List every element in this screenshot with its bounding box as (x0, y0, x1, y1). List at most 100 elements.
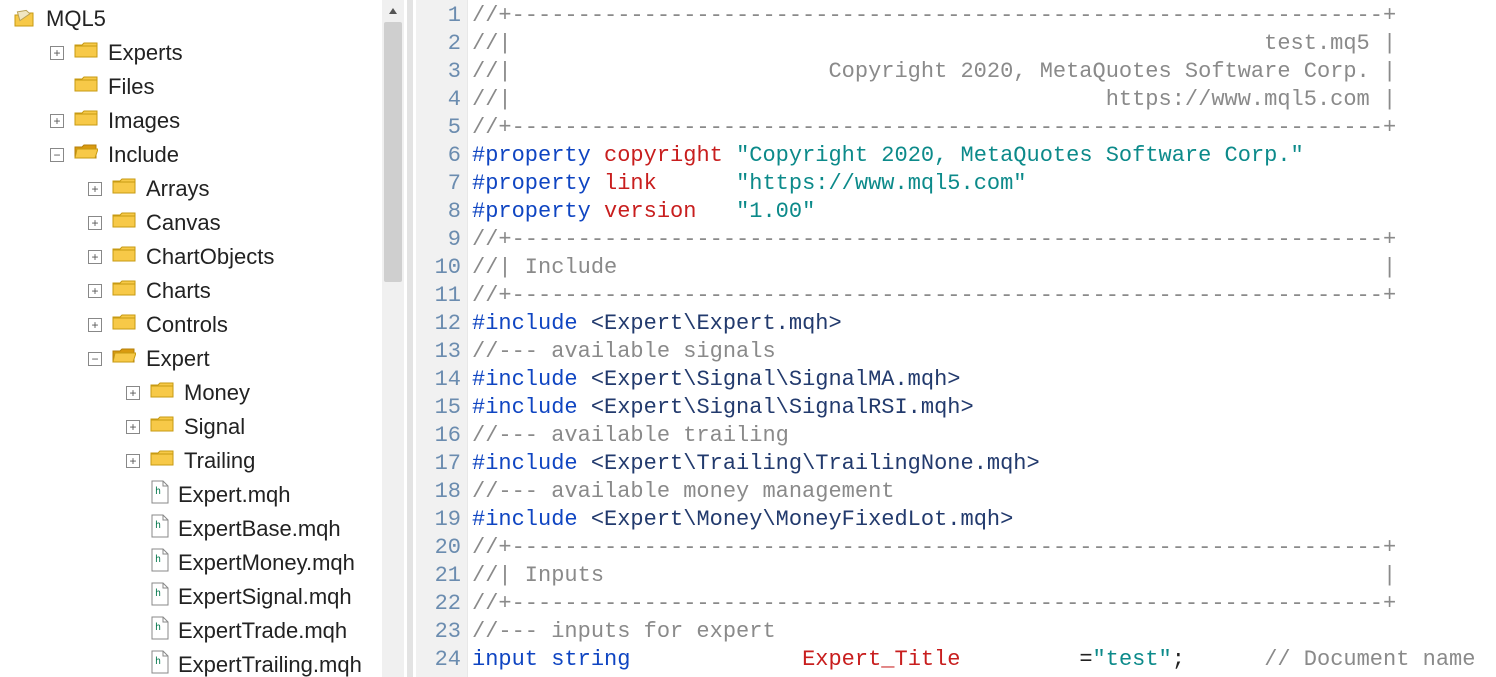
navigator-panel: MQL5+ Experts Files+ Images− Include+ Ar… (4, 0, 404, 677)
tree-toggle-icon[interactable]: + (88, 318, 102, 332)
code-line[interactable]: //| Copyright 2020, MetaQuotes Software … (472, 58, 1488, 86)
code-editor[interactable]: 123456789101112131415161718192021222324 … (416, 0, 1496, 677)
tree-folder-item[interactable]: + Experts (12, 36, 382, 70)
code-line[interactable]: //+-------------------------------------… (472, 114, 1488, 142)
tree-folder-item[interactable]: + Images (12, 104, 382, 138)
tree-item-label: ExpertTrailing.mqh (178, 652, 362, 677)
folder-icon (150, 381, 184, 405)
tree-folder-item[interactable]: − Expert (12, 342, 382, 376)
tree-folder-item[interactable]: + Charts (12, 274, 382, 308)
code-line[interactable]: #property copyright "Copyright 2020, Met… (472, 142, 1488, 170)
svg-text:h: h (155, 554, 161, 565)
tree-file-item[interactable]: h ExpertTrade.mqh (12, 614, 382, 648)
tree-toggle-icon[interactable]: + (88, 250, 102, 264)
tree-root-node[interactable]: MQL5 (12, 2, 382, 36)
gutter-line-number: 2 (416, 30, 461, 58)
code-token: <Expert\Signal\SignalMA.mqh> (591, 367, 961, 392)
gutter-line-number: 9 (416, 226, 461, 254)
folder-icon (112, 313, 146, 337)
tree-toggle-icon[interactable]: + (50, 46, 64, 60)
code-line[interactable]: input string Expert_Title ="test"; // Do… (472, 646, 1488, 674)
tree-file-item[interactable]: h ExpertTrailing.mqh (12, 648, 382, 677)
tree-file-item[interactable]: h ExpertSignal.mqh (12, 580, 382, 614)
code-line[interactable]: //--- available money management (472, 478, 1488, 506)
tree-toggle-icon[interactable]: + (88, 182, 102, 196)
tree-toggle-icon[interactable]: − (50, 148, 64, 162)
gutter-line-number: 23 (416, 618, 461, 646)
svg-text:h: h (155, 656, 161, 667)
gutter-line-number: 4 (416, 86, 461, 114)
tree-toggle-icon[interactable]: − (88, 352, 102, 366)
gutter-line-number: 20 (416, 534, 461, 562)
gutter-line-number: 7 (416, 170, 461, 198)
code-line[interactable]: //| test.mq5 | (472, 30, 1488, 58)
tree-toggle-icon[interactable]: + (50, 114, 64, 128)
tree-item-label: Expert.mqh (178, 482, 291, 508)
code-line[interactable]: //+-------------------------------------… (472, 534, 1488, 562)
tree-toggle-icon[interactable]: + (126, 420, 140, 434)
tree-folder-item[interactable]: + Trailing (12, 444, 382, 478)
code-line[interactable]: #include <Expert\Signal\SignalMA.mqh> (472, 366, 1488, 394)
tree-folder-item[interactable]: + Money (12, 376, 382, 410)
tree-item-label: Money (184, 380, 250, 406)
code-line[interactable]: //| https://www.mql5.com | (472, 86, 1488, 114)
code-line[interactable]: //| Inputs | (472, 562, 1488, 590)
tree-item-label: ChartObjects (146, 244, 274, 270)
code-line[interactable]: //--- inputs for expert (472, 618, 1488, 646)
tree-item-label: Trailing (184, 448, 255, 474)
tree-folder-item[interactable]: + Arrays (12, 172, 382, 206)
editor-code-area[interactable]: //+-------------------------------------… (468, 0, 1496, 677)
tree-file-item[interactable]: h Expert.mqh (12, 478, 382, 512)
code-line[interactable]: #include <Expert\Expert.mqh> (472, 310, 1488, 338)
code-token: #property (472, 199, 591, 224)
scrollbar-up-icon[interactable] (382, 0, 404, 22)
code-line[interactable]: #include <Expert\Money\MoneyFixedLot.mqh… (472, 506, 1488, 534)
code-token: // Document name (1264, 647, 1475, 672)
folder-icon (74, 109, 108, 133)
code-line[interactable]: #property version "1.00" (472, 198, 1488, 226)
folder-icon (74, 41, 108, 65)
code-line[interactable]: //+-------------------------------------… (472, 282, 1488, 310)
code-line[interactable]: //+-------------------------------------… (472, 2, 1488, 30)
code-token: <Expert\Money\MoneyFixedLot.mqh> (591, 507, 1013, 532)
navigator-tree[interactable]: MQL5+ Experts Files+ Images− Include+ Ar… (4, 0, 382, 677)
code-token: Expert_Title (802, 647, 960, 672)
tree-folder-item[interactable]: + Canvas (12, 206, 382, 240)
code-token: //| https://www.mql5.com | (472, 87, 1396, 112)
tree-folder-item[interactable]: Files (12, 70, 382, 104)
splitter[interactable] (404, 0, 416, 677)
tree-folder-item[interactable]: − Include (12, 138, 382, 172)
gutter-line-number: 5 (416, 114, 461, 142)
gutter-line-number: 13 (416, 338, 461, 366)
code-line[interactable]: //+-------------------------------------… (472, 226, 1488, 254)
code-token: //--- available money management (472, 479, 894, 504)
code-token: "1.00" (736, 199, 815, 224)
tree-folder-item[interactable]: + Controls (12, 308, 382, 342)
code-line[interactable]: //--- available signals (472, 338, 1488, 366)
folder-icon (150, 415, 184, 439)
tree-folder-item[interactable]: + ChartObjects (12, 240, 382, 274)
code-line[interactable]: //| Include | (472, 254, 1488, 282)
tree-toggle-icon[interactable]: + (126, 454, 140, 468)
code-token: #include (472, 451, 578, 476)
tree-toggle-icon[interactable]: + (126, 386, 140, 400)
code-line[interactable]: //--- available trailing (472, 422, 1488, 450)
tree-file-item[interactable]: h ExpertBase.mqh (12, 512, 382, 546)
code-token: //--- available trailing (472, 423, 789, 448)
navigator-scrollbar[interactable] (382, 0, 404, 677)
code-token (538, 647, 551, 672)
tree-file-item[interactable]: h ExpertMoney.mqh (12, 546, 382, 580)
tree-item-label: Expert (146, 346, 210, 372)
tree-folder-item[interactable]: + Signal (12, 410, 382, 444)
gutter-line-number: 10 (416, 254, 461, 282)
gutter-line-number: 12 (416, 310, 461, 338)
file-icon: h (150, 480, 178, 510)
tree-item-label: Experts (108, 40, 183, 66)
scrollbar-thumb[interactable] (384, 22, 402, 282)
tree-toggle-icon[interactable]: + (88, 284, 102, 298)
tree-toggle-icon[interactable]: + (88, 216, 102, 230)
code-line[interactable]: #include <Expert\Signal\SignalRSI.mqh> (472, 394, 1488, 422)
code-line[interactable]: //+-------------------------------------… (472, 590, 1488, 618)
code-line[interactable]: #property link "https://www.mql5.com" (472, 170, 1488, 198)
code-line[interactable]: #include <Expert\Trailing\TrailingNone.m… (472, 450, 1488, 478)
